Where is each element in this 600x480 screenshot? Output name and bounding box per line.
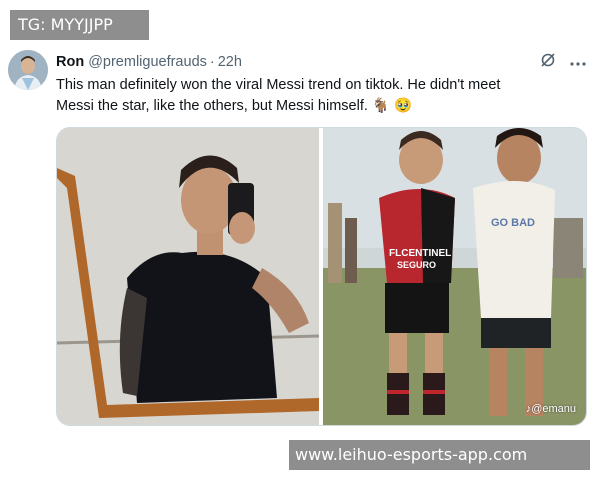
kid-shirt-text-1: FLCENTINEL [389,248,451,259]
avatar[interactable] [8,50,48,90]
tg-watermark-label: TG: MYYJJPP [10,10,149,40]
site-watermark-label: www.leihuo-esports-app.com [289,440,590,470]
grok-icon[interactable] [540,52,556,73]
tiktok-handle: @emanu [531,403,576,415]
kid-shirt-text-2: SEGURO [397,260,436,270]
tweet-text: This man definitely won the viral Messi … [56,75,576,117]
author-name[interactable]: Ron [56,54,84,70]
mirror-selfie-image [57,128,320,425]
separator-dot: · [209,54,215,70]
photo-mirror-selfie[interactable] [57,128,320,425]
more-icon[interactable] [570,54,586,72]
timestamp[interactable]: 22h [218,54,242,70]
tweet-header: Ron @premliguefrauds · 22h [56,52,590,72]
tweet-text-line-1: This man definitely won the viral Messi … [56,77,501,93]
kid-shirt-text-3: GO BAD [491,217,535,229]
author-handle[interactable]: @premliguefrauds [88,54,207,70]
tweet-actions [540,52,586,73]
tweet-text-line-2-content: Messi the star, like the others, but Mes… [56,98,368,114]
tiktok-watermark: ♪@emanu [526,403,576,415]
kids-football-image: FLCENTINEL SEGURO GO BAD [323,128,586,425]
photo-kids-football[interactable]: FLCENTINEL SEGURO GO BAD ♪@emanu [323,128,586,425]
tweet-text-line-2: Messi the star, like the others, but Mes… [56,96,576,117]
avatar-image [8,50,48,90]
tweet-media[interactable]: FLCENTINEL SEGURO GO BAD ♪@emanu [56,127,587,426]
emoji-goat-smile: 🐐 🥹 [371,98,413,114]
